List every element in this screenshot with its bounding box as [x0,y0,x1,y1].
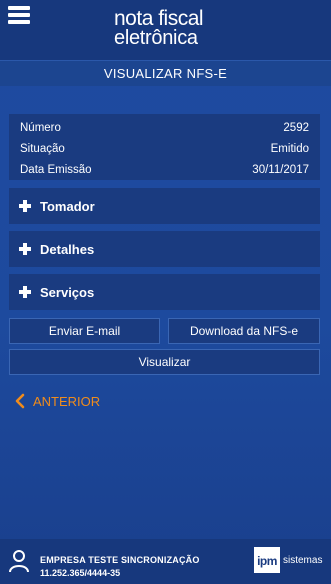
plus-icon [19,286,31,298]
info-label: Situação [20,143,65,155]
section-detalhes[interactable]: Detalhes [9,231,320,267]
plus-icon [19,200,31,212]
company-name: EMPRESA TESTE SINCRONIZAÇÃO [40,555,200,565]
menu-icon[interactable] [8,6,30,24]
plus-icon [19,243,31,255]
back-link[interactable]: ANTERIOR [14,393,100,409]
ipm-brand-text: sistemas [283,555,323,566]
section-tomador[interactable]: Tomador [9,188,320,224]
footer: EMPRESA TESTE SINCRONIZAÇÃO 11.252.365/4… [0,539,331,584]
invoice-info-card: Número 2592 Situação Emitido Data Emissã… [9,114,320,180]
section-label: Detalhes [40,241,95,257]
back-label: ANTERIOR [33,393,101,409]
info-label: Data Emissão [20,164,92,176]
ipm-logo: ipm [254,547,280,573]
info-value: 30/11/2017 [252,164,309,176]
info-value: 2592 [283,122,309,134]
info-row-situacao: Situação Emitido [20,139,309,160]
app-header: nota fiscal eletrônica [0,0,331,60]
info-row-numero: Número 2592 [20,118,309,139]
company-cnpj: 11.252.365/4444-35 [40,568,121,578]
download-nfse-button[interactable]: Download da NFS-e [168,318,320,344]
logo-line1: nota fiscal [114,7,204,30]
user-icon [9,550,29,573]
chevron-left-icon [15,393,25,409]
view-button[interactable]: Visualizar [9,349,320,375]
section-label: Tomador [40,198,95,214]
info-row-data-emissao: Data Emissão 30/11/2017 [20,160,309,181]
send-email-button[interactable]: Enviar E-mail [9,318,160,344]
section-servicos[interactable]: Serviços [9,274,320,310]
app-logo: nota fiscal eletrônica [114,8,234,48]
page-title: VISUALIZAR NFS-E [0,60,331,86]
logo-line2: eletrônica [114,27,198,49]
section-label: Serviços [40,284,95,300]
info-label: Número [20,122,61,134]
info-value: Emitido [270,143,309,155]
